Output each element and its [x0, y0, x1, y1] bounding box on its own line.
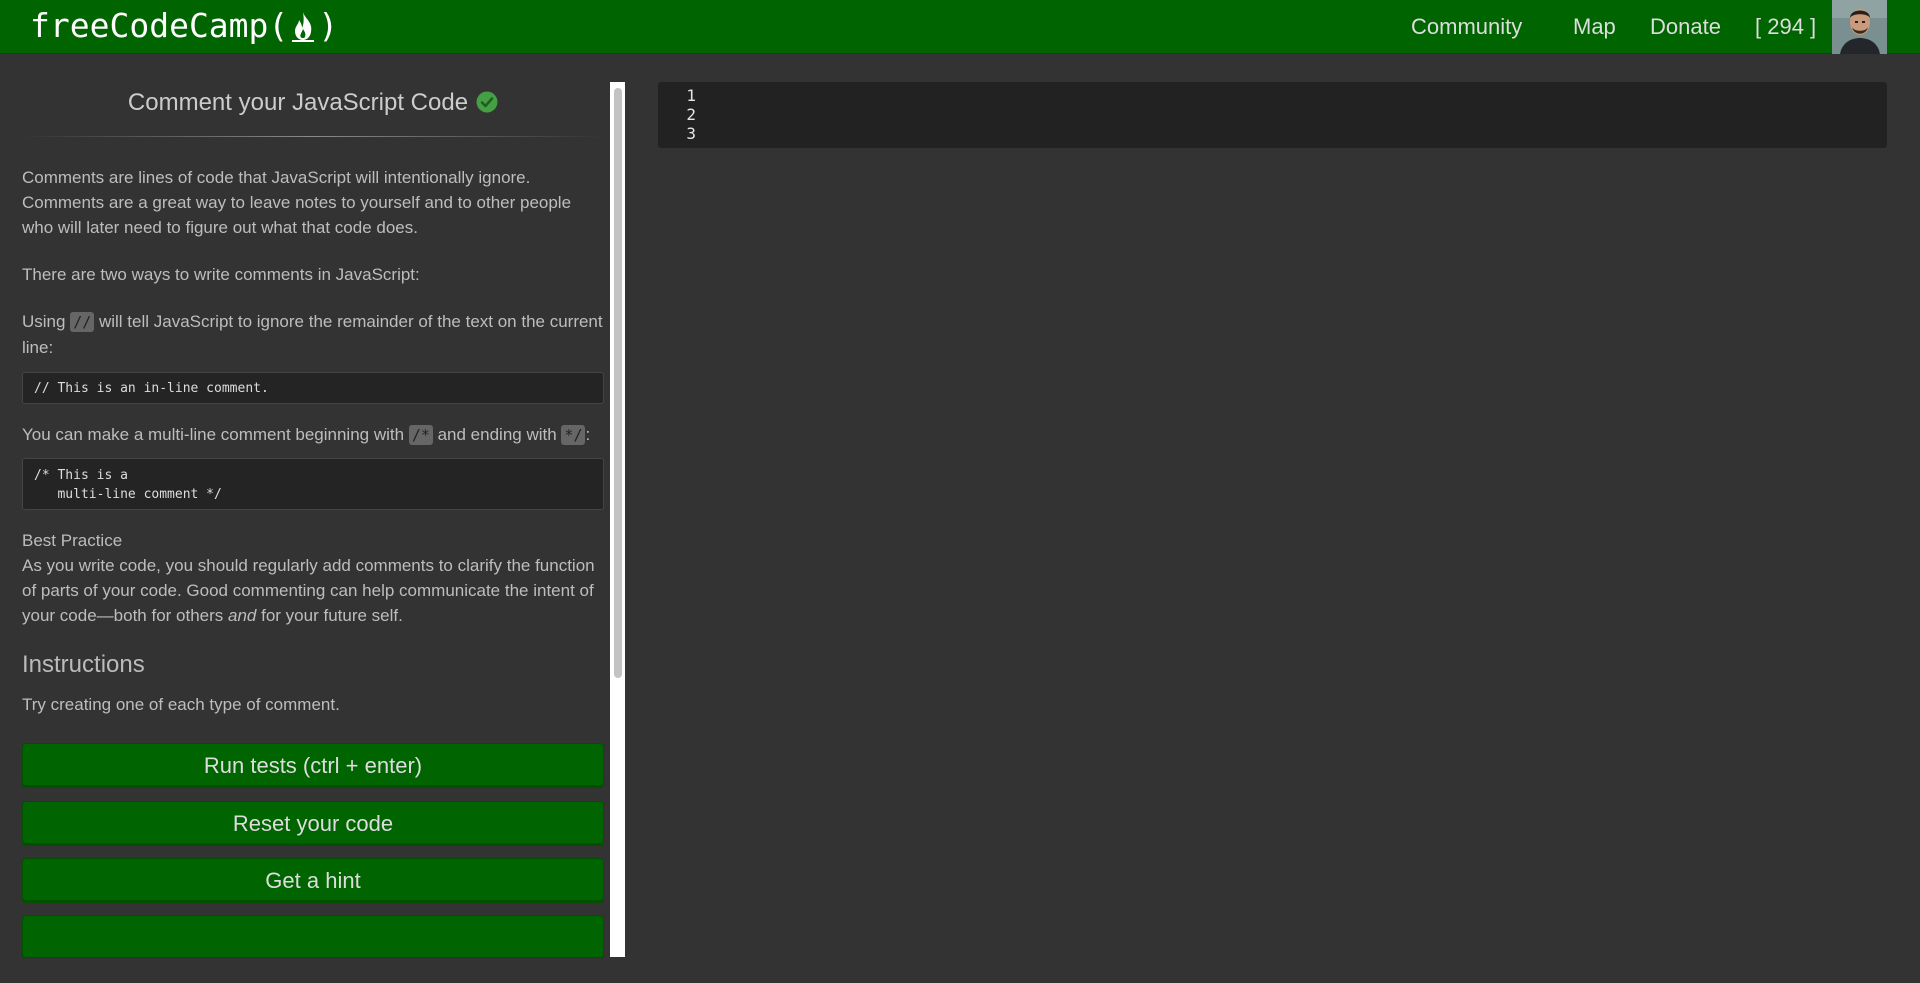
- get-hint-button[interactable]: Get a hint: [22, 858, 604, 903]
- top-navbar: freeCodeCamp( ) Community Map Donate [ 2…: [0, 0, 1920, 54]
- challenge-description: Comments are lines of code that JavaScri…: [22, 165, 604, 360]
- using-prefix: Using: [22, 312, 71, 331]
- more-actions-button[interactable]: [22, 915, 604, 958]
- reset-code-button[interactable]: Reset your code: [22, 801, 604, 846]
- multiline-paragraph-text: You can make a multi-line comment beginn…: [22, 422, 604, 448]
- line-number: 3: [686, 124, 696, 143]
- using-suffix: will tell JavaScript to ignore the remai…: [22, 312, 603, 357]
- nav-donate-link[interactable]: Donate: [1650, 14, 1721, 40]
- best-practice-emphasis: and: [228, 606, 257, 625]
- line-number: 1: [686, 86, 696, 105]
- flame-icon: [292, 12, 315, 42]
- challenge-instructions-panel: Comment your JavaScript Code Comments ar…: [0, 80, 625, 958]
- instructions-heading: Instructions: [22, 651, 145, 678]
- multiline-start-token: /*: [408, 425, 433, 445]
- instructions-text: Try creating one of each type of comment…: [22, 695, 340, 714]
- challenge-title: Comment your JavaScript Code: [22, 87, 604, 119]
- challenge-title-text: Comment your JavaScript Code: [127, 89, 469, 116]
- best-practice-heading: Best Practice: [22, 531, 123, 550]
- user-avatar[interactable]: [1832, 0, 1887, 54]
- intro-paragraph: Comments are lines of code that JavaScri…: [22, 168, 572, 237]
- inline-comment-paragraph: Using // will tell JavaScript to ignore …: [22, 309, 604, 360]
- check-circle-icon: [476, 91, 498, 113]
- inline-comment-example: // This is an in-line comment.: [22, 372, 604, 404]
- challenge-content: Comment your JavaScript Code Comments ar…: [22, 80, 604, 958]
- action-buttons: Run tests (ctrl + enter) Reset your code…: [22, 719, 604, 958]
- line-number: 2: [686, 105, 696, 124]
- logo-text-right: ): [318, 6, 339, 45]
- run-tests-button[interactable]: Run tests (ctrl + enter): [22, 743, 604, 788]
- inline-comment-token: //: [70, 312, 95, 332]
- best-practice-text-2: for your future self.: [256, 606, 403, 625]
- title-divider: [22, 136, 604, 137]
- multiline-end-token: */: [561, 425, 586, 445]
- best-practice-section: Best Practice As you write code, you sho…: [22, 528, 604, 628]
- multi-middle: and ending with: [432, 425, 562, 444]
- nav-points-link[interactable]: [ 294 ]: [1755, 14, 1816, 40]
- nav-community-link[interactable]: Community: [1411, 14, 1522, 40]
- best-practice-text: As you write code, you should regularly …: [22, 553, 604, 628]
- multi-prefix: You can make a multi-line comment beginn…: [22, 425, 409, 444]
- freecodecamp-logo[interactable]: freeCodeCamp( ): [30, 4, 338, 48]
- multiline-paragraph: You can make a multi-line comment beginn…: [22, 422, 604, 448]
- logo-text-left: freeCodeCamp(: [30, 6, 289, 45]
- code-editor[interactable]: 1 2 3: [658, 82, 1887, 148]
- avatar-photo-icon: [1832, 0, 1887, 54]
- instructions-scrollbar-thumb[interactable]: [614, 88, 622, 678]
- multiline-comment-example: /* This is a multi-line comment */: [22, 458, 604, 510]
- two-ways-paragraph: There are two ways to write comments in …: [22, 265, 420, 284]
- nav-map-link[interactable]: Map: [1573, 14, 1616, 40]
- multi-suffix: :: [585, 425, 591, 444]
